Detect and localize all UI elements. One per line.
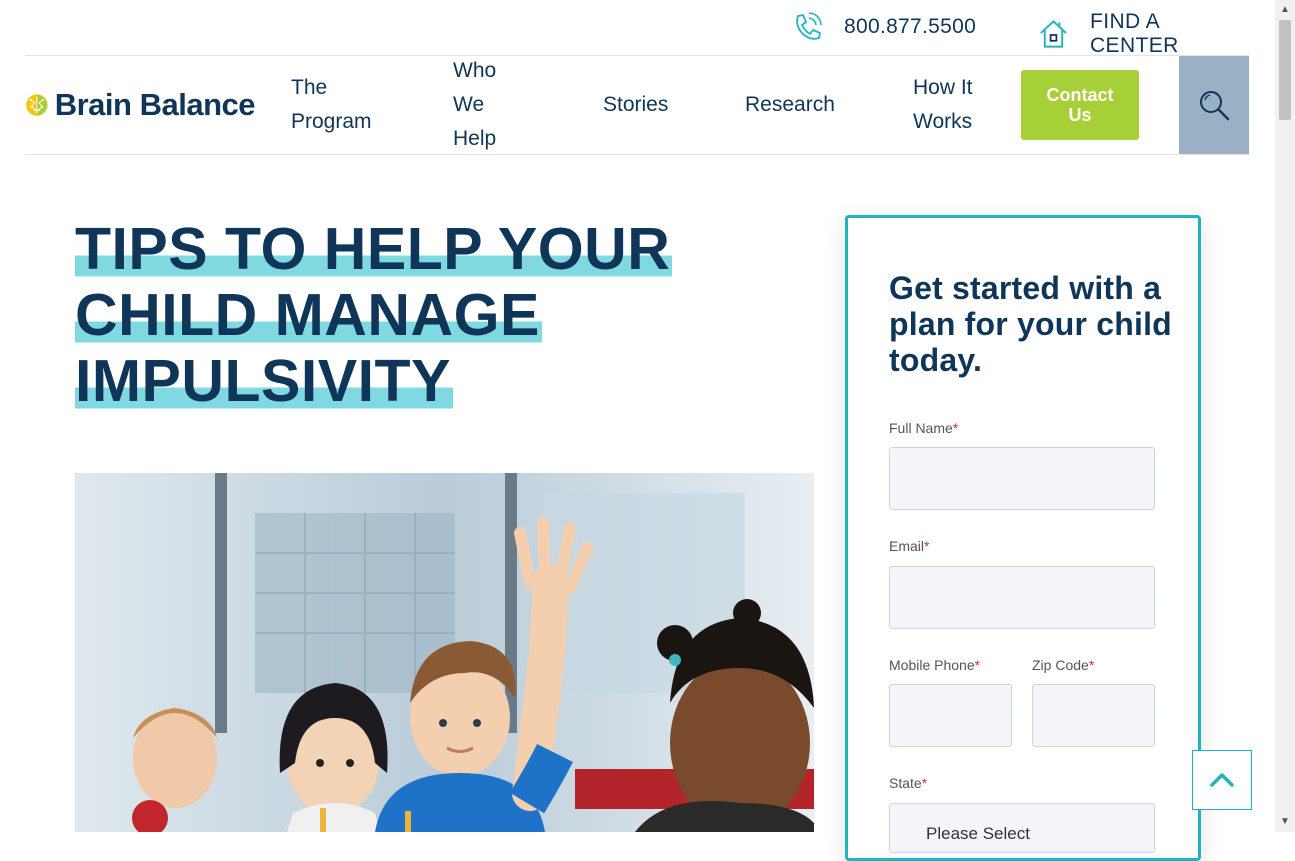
lead-form-card: Get started with a plan for your child t… — [845, 215, 1201, 861]
zip-code-input[interactable] — [1032, 684, 1155, 747]
scroll-down-arrow-icon[interactable]: ▼ — [1279, 816, 1291, 827]
back-to-top-button[interactable] — [1192, 750, 1252, 810]
nav-item-label: Works — [913, 110, 973, 133]
nav-item-label: How It — [913, 76, 973, 99]
mobile-phone-input[interactable] — [889, 684, 1012, 747]
classroom-children-image — [75, 473, 814, 832]
nav-item-label: Program — [291, 110, 372, 133]
required-mark: * — [924, 538, 930, 554]
title-line: CHILD MANAGE — [75, 282, 542, 348]
hero-photo — [75, 473, 814, 832]
find-center-link[interactable]: FIND A CENTER — [1037, 10, 1249, 58]
title-line: TIPS TO HELP YOUR — [75, 216, 673, 282]
form-heading: Get started with a plan for your child t… — [889, 270, 1172, 378]
state-label: State* — [889, 775, 927, 791]
state-select-value: Please Select — [926, 824, 1030, 843]
required-mark: * — [1088, 657, 1095, 673]
nav-item-label: Stories — [603, 93, 669, 116]
brand-logo[interactable]: Brain Balance — [25, 84, 255, 126]
page-title: TIPS TO HELP YOUR CHILD MANAGE IMPULSIVI… — [75, 216, 795, 414]
nav-item-label: Research — [745, 93, 835, 116]
brain-logo-icon — [26, 94, 48, 116]
email-label: Email* — [889, 538, 929, 554]
main-nav: Brain Balance The Program Who We Help St… — [25, 56, 1249, 155]
field-label-text: Mobile Phone — [889, 657, 975, 673]
email-input[interactable] — [889, 566, 1155, 629]
contact-label: Contact — [1046, 85, 1114, 105]
field-label-text: Full Name — [889, 420, 953, 436]
required-mark: * — [952, 420, 959, 436]
full-name-input[interactable] — [889, 447, 1155, 510]
phone-icon — [796, 12, 822, 40]
search-icon — [1200, 91, 1230, 121]
phone-number[interactable]: 800.877.5500 — [844, 15, 976, 39]
mobile-phone-label: Mobile Phone* — [889, 657, 980, 673]
required-mark: * — [921, 775, 928, 791]
find-center-label[interactable]: FIND A CENTER — [1090, 10, 1249, 58]
field-label-text: State — [889, 775, 922, 791]
scroll-up-arrow-icon[interactable]: ▲ — [1279, 4, 1291, 15]
field-label-text: Email — [889, 538, 925, 554]
contact-label: Us — [1068, 105, 1092, 125]
search-button[interactable] — [1179, 56, 1249, 154]
nav-item-label: The — [291, 76, 328, 99]
title-line: IMPULSIVITY — [75, 348, 453, 414]
chevron-up-icon — [1210, 773, 1234, 787]
zip-code-label: Zip Code* — [1032, 657, 1094, 673]
nav-item-who-we-help[interactable]: Who We Help — [453, 54, 496, 156]
logo-wordmark: Brain Balance — [54, 87, 255, 122]
house-icon — [1040, 20, 1067, 48]
nav-item-how-it-works[interactable]: How It Works — [913, 71, 973, 139]
contact-us-button[interactable]: Contact Us — [1021, 70, 1139, 140]
required-mark: * — [974, 657, 981, 673]
nav-item-research[interactable]: Research — [745, 88, 835, 122]
vertical-scrollbar[interactable]: ▲ ▼ — [1275, 0, 1295, 832]
scroll-thumb[interactable] — [1279, 20, 1291, 120]
nav-item-label: We — [453, 93, 485, 116]
nav-item-stories[interactable]: Stories — [603, 88, 668, 122]
nav-item-label: Help — [453, 127, 497, 150]
phone-link[interactable]: 800.877.5500 — [790, 10, 976, 44]
nav-item-the-program[interactable]: The Program — [291, 71, 372, 139]
nav-item-label: Who — [453, 59, 497, 82]
full-name-label: Full Name* — [889, 420, 958, 436]
field-label-text: Zip Code — [1032, 657, 1089, 673]
state-select[interactable]: Please Select — [889, 803, 1155, 853]
utility-bar: 800.877.5500 FIND A CENTER — [25, 0, 1249, 58]
